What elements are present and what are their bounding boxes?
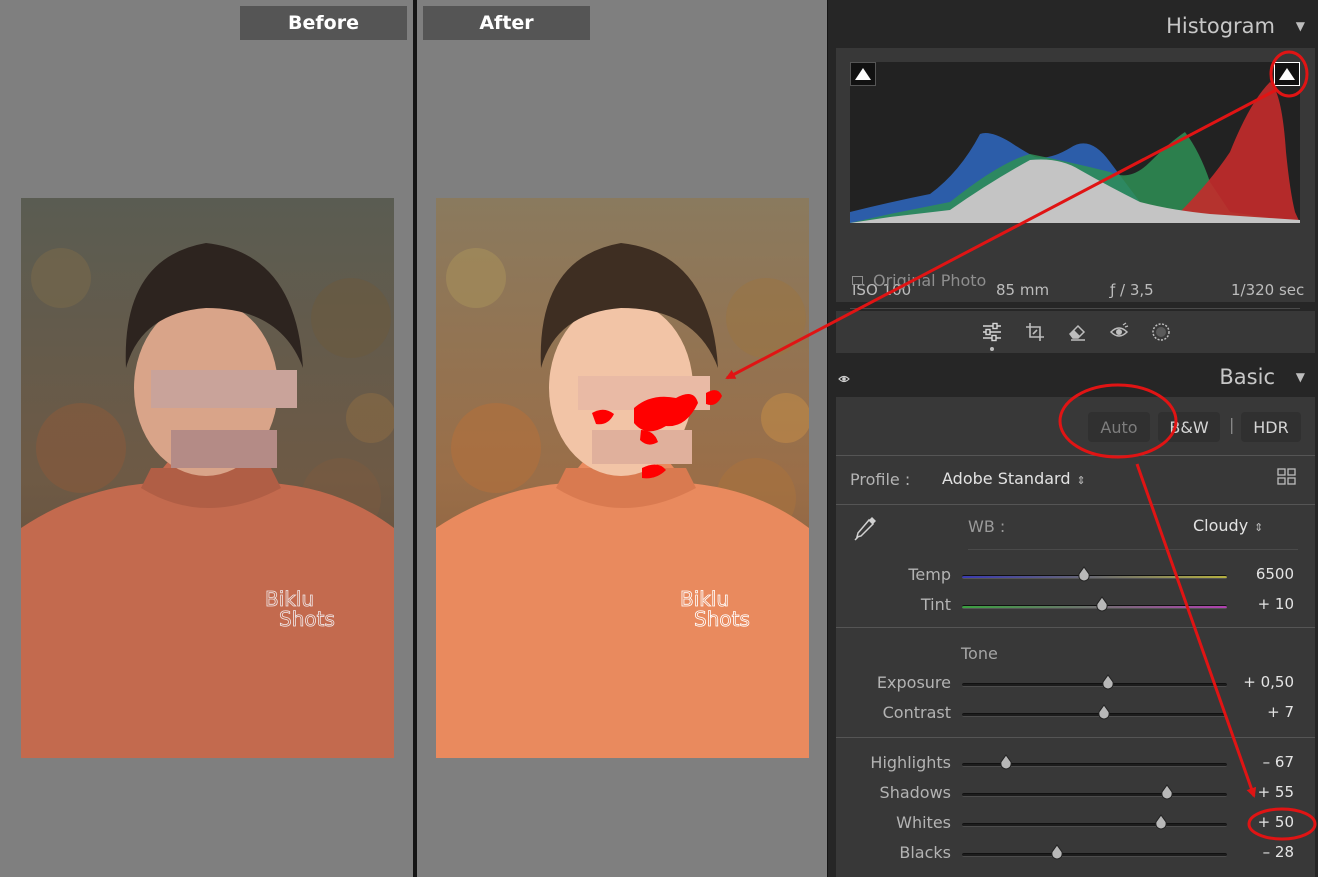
histogram-header[interactable]: Histogram ▼	[836, 0, 1315, 48]
slider-label-whites: Whites	[896, 813, 951, 832]
slider-label-tint: Tint	[920, 595, 951, 614]
slider-track-whites[interactable]	[962, 814, 1227, 830]
before-photo-image: Biklu Shots	[21, 198, 394, 758]
slider-value-whites[interactable]: + 50	[1236, 813, 1294, 831]
profile-value: Adobe Standard	[942, 469, 1071, 488]
wb-eyedropper-icon[interactable]	[852, 513, 880, 547]
slider-label-blacks: Blacks	[899, 843, 951, 862]
mask-icon[interactable]	[1151, 322, 1171, 342]
crop-icon[interactable]	[1025, 322, 1045, 342]
basic-visibility-icon[interactable]	[838, 369, 850, 388]
original-photo-toggle[interactable]: Original Photo	[852, 271, 986, 290]
histogram-box: ISO 100 85 mm ƒ / 3,5 1/320 sec Original…	[836, 48, 1315, 309]
slider-thumb-tint[interactable]	[1095, 596, 1109, 612]
wb-select[interactable]: Cloudy ⇕	[1193, 516, 1263, 535]
wb-label: WB :	[968, 517, 1006, 536]
after-label: After	[423, 6, 590, 40]
before-pane: Before Biklu Shots	[0, 0, 413, 877]
redeye-icon[interactable]	[1109, 322, 1129, 342]
slider-thumb-temp[interactable]	[1077, 566, 1091, 582]
auto-button[interactable]: Auto	[1088, 412, 1150, 442]
histogram-separator	[850, 308, 1300, 309]
highlight-clipping-button[interactable]	[1274, 62, 1300, 86]
before-label: Before	[240, 6, 407, 40]
slider-value-exposure[interactable]: + 0,50	[1236, 673, 1294, 691]
exif-focal: 85 mm	[996, 281, 1050, 299]
slider-thumb-highlights[interactable]	[999, 754, 1013, 770]
wb-value: Cloudy	[1193, 516, 1249, 535]
slider-label-exposure: Exposure	[876, 673, 951, 692]
slider-track-shadows[interactable]	[962, 784, 1227, 800]
histogram-curves	[850, 82, 1300, 223]
profile-chevron-icon: ⇕	[1076, 474, 1086, 487]
slider-track-contrast[interactable]	[962, 704, 1227, 720]
slider-value-temp[interactable]: 6500	[1236, 565, 1294, 583]
slider-value-blacks[interactable]: – 28	[1236, 843, 1294, 861]
original-photo-checkbox[interactable]	[852, 276, 863, 285]
highlight-clipping-icon	[1279, 68, 1295, 80]
exif-shutter: 1/320 sec	[1231, 281, 1305, 299]
section-line	[836, 737, 1315, 738]
slider-value-highlights[interactable]: – 67	[1236, 753, 1294, 771]
shadow-clipping-button[interactable]	[850, 62, 876, 86]
tool-strip	[836, 311, 1315, 353]
slider-label-contrast: Contrast	[882, 703, 951, 722]
slider-value-tint[interactable]: + 10	[1236, 595, 1294, 613]
histogram-graph	[850, 62, 1300, 223]
develop-panel: Histogram ▼ ISO 100 85 mm ƒ / 3,5 1/320 …	[828, 0, 1318, 877]
slider-track-blacks[interactable]	[962, 844, 1227, 860]
slider-track-temp[interactable]	[962, 566, 1227, 582]
profile-label: Profile :	[850, 470, 911, 489]
slider-label-shadows: Shadows	[879, 783, 951, 802]
basic-header[interactable]: Basic ▼	[836, 356, 1315, 396]
slider-thumb-exposure[interactable]	[1101, 674, 1115, 690]
after-photo-image: Biklu Shots	[436, 198, 809, 758]
wb-separator	[968, 549, 1298, 550]
bw-button[interactable]: B&W	[1158, 412, 1220, 442]
section-line	[836, 627, 1315, 628]
hdr-button[interactable]: HDR	[1241, 412, 1301, 442]
after-pane: After Biklu Shots	[417, 0, 827, 877]
shadow-clipping-icon	[855, 68, 871, 80]
histogram-title: Histogram	[1166, 14, 1275, 38]
slider-thumb-blacks[interactable]	[1050, 844, 1064, 860]
profile-browser-icon[interactable]	[1277, 468, 1297, 490]
active-tool-dot	[989, 347, 994, 351]
slider-label-highlights: Highlights	[870, 753, 951, 772]
slider-value-contrast[interactable]: + 7	[1236, 703, 1294, 721]
svg-text:Shots: Shots	[694, 607, 750, 631]
slider-value-shadows[interactable]: + 55	[1236, 783, 1294, 801]
slider-thumb-whites[interactable]	[1154, 814, 1168, 830]
basic-title: Basic	[1219, 365, 1275, 389]
slider-label-temp: Temp	[908, 565, 951, 584]
slider-thumb-contrast[interactable]	[1097, 704, 1111, 720]
button-separator: |	[1229, 415, 1235, 434]
heal-icon[interactable]	[1067, 322, 1087, 342]
basic-collapse-icon[interactable]: ▼	[1296, 370, 1305, 384]
section-line	[836, 504, 1315, 505]
edit-icon[interactable]	[981, 321, 1003, 351]
slider-track-tint[interactable]	[962, 596, 1227, 612]
slider-track-exposure[interactable]	[962, 674, 1227, 690]
exif-aperture: ƒ / 3,5	[1110, 281, 1154, 299]
histogram-collapse-icon[interactable]: ▼	[1296, 19, 1305, 33]
wb-chevron-icon: ⇕	[1254, 521, 1264, 534]
svg-text:Shots: Shots	[279, 607, 335, 631]
after-photo[interactable]: Biklu Shots	[436, 198, 809, 758]
before-photo[interactable]: Biklu Shots	[21, 198, 394, 758]
basic-panel: Auto B&W | HDR Profile : Adobe Standard ⇕…	[836, 397, 1315, 877]
slider-thumb-shadows[interactable]	[1160, 784, 1174, 800]
original-photo-label: Original Photo	[873, 271, 987, 290]
section-line	[836, 455, 1315, 456]
tone-label: Tone	[961, 644, 998, 663]
slider-track-highlights[interactable]	[962, 754, 1227, 770]
profile-select[interactable]: Adobe Standard ⇕	[942, 469, 1086, 488]
